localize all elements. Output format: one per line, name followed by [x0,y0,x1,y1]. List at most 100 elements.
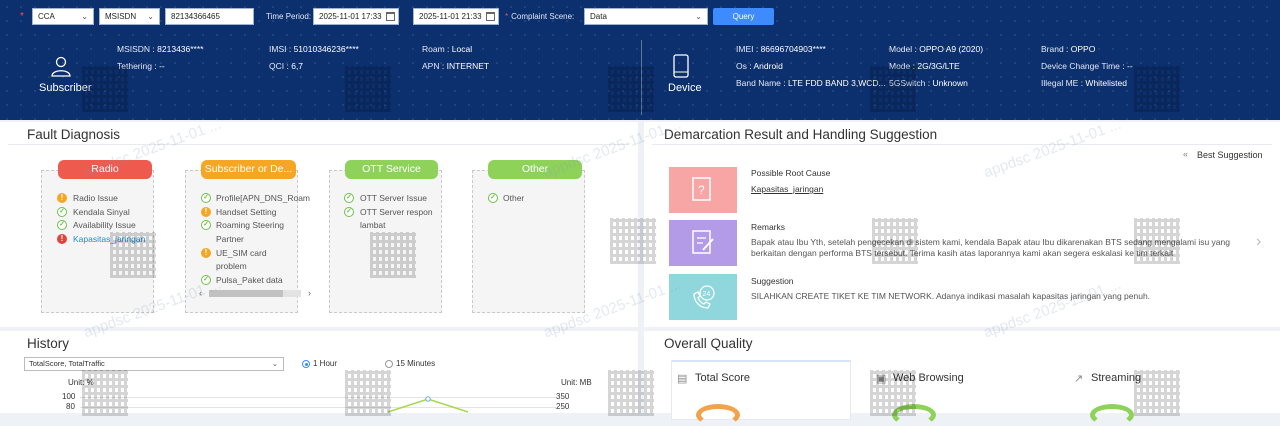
end-time-input[interactable]: 2025-11-01 21:33 [413,8,499,25]
document-question-icon: ? [692,177,711,201]
chevron-down-icon: ⌄ [147,12,154,21]
field-key: 5GSwitch [889,78,926,88]
subscriber-field: MSISDN : 8213436**** [117,44,204,54]
check-icon: ✓ [344,193,354,203]
radio-1-hour[interactable] [302,360,310,368]
check-icon: ✓ [201,193,211,203]
msisdn-input[interactable]: 82134366465 [165,8,254,25]
svg-text:?: ? [698,183,705,197]
horizontal-scrollbar[interactable]: ‹ › [199,288,311,299]
fault-item: OTT Server Issue [360,193,427,203]
fault-diagnosis-title: Fault Diagnosis [27,127,121,142]
fault-item: Profile[APN_DNS_Roam [216,193,310,203]
field-key: MSISDN [117,44,151,54]
start-time-value: 2025-11-01 17:33 [319,12,382,21]
field-value: -- [1127,61,1133,71]
field-key: Device Change Time [1041,61,1120,71]
subscriber-field: QCI : 6,7 [269,61,304,71]
radio-15-minutes[interactable] [385,360,393,368]
fault-item: Handset Setting [216,207,277,217]
left-axis-tick: 80 [66,402,75,411]
web-browsing-label: Web Browsing [893,372,964,384]
suggestion-card: 24 [669,274,737,320]
radio-category-header[interactable]: Radio [58,160,152,179]
device-field: IMEI : 86696704903**** [736,44,826,54]
double-chevron-left-icon[interactable]: « [1183,149,1188,159]
fault-item-continuation: lambat [360,220,386,230]
best-suggestion-link[interactable]: Best Suggestion [1197,150,1263,160]
device-field: 5GSwitch : Unknown [889,78,968,88]
warning-icon: ! [57,193,67,203]
suggestion-text: SILAHKAN CREATE TIKET KE TIM NETWORK. Ad… [751,291,1151,301]
left-axis-tick: 100 [62,392,76,401]
required-marker: * [505,12,509,21]
chevron-right-icon[interactable]: › [308,288,311,298]
field-value: 6,7 [291,61,304,71]
bar-chart-icon: ▤ [677,373,688,385]
fault-item-continuation: problem [216,261,247,271]
right-axis-tick: 250 [556,402,570,411]
id-type-select[interactable]: MSISDN ⌄ [99,8,160,25]
total-score-gauge [696,404,740,426]
device-field: Model : OPPO A9 (2020) [889,44,984,54]
required-marker: * [20,11,24,22]
scrollbar-thumb[interactable] [209,290,283,297]
field-key: Tethering [117,61,152,71]
history-metric-select[interactable]: TotalScore, TotalTraffic ⌄ [24,357,284,371]
user-icon [51,56,71,77]
history-title: History [27,336,70,351]
subscriber-label: Subscriber [39,82,92,94]
browser-icon: ▣ [876,373,887,385]
subscriber-field: APN : INTERNET [422,61,490,71]
complaint-scene-label: * Complaint Scene: [505,12,574,21]
subscriber-category-header[interactable]: Subscriber or De... [201,160,296,179]
web-browsing-gauge [892,404,936,426]
field-value: LTE FDD BAND 3,WCD... [787,78,886,88]
query-button[interactable]: Query [713,8,774,25]
device-field: Mode : 2G/3G/LTE [889,61,960,71]
root-cause-link[interactable]: Kapasitas_jaringan [751,184,823,194]
field-key: APN [422,61,440,71]
overall-quality-title: Overall Quality [664,336,753,351]
field-key: Mode [889,61,911,71]
field-key: Os [736,61,747,71]
check-icon: ✓ [57,207,67,217]
query-type-select[interactable]: CCA ⌄ [32,8,94,25]
phone-icon [673,54,689,78]
warning-icon: ! [201,207,211,217]
other-category-header[interactable]: Other [488,160,582,179]
calendar-icon[interactable] [486,12,495,21]
subscriber-field: IMSI : 51010346236**** [269,44,359,54]
error-icon: ! [57,234,67,244]
radio-1-hour-label: 1 Hour [313,359,338,368]
field-value: 51010346236**** [293,44,359,54]
fault-item: Availability Issue [73,220,136,230]
check-icon: ✓ [57,220,67,230]
complaint-scene-select[interactable]: Data ⌄ [584,8,708,25]
start-time-input[interactable]: 2025-11-01 17:33 [313,8,399,25]
end-time-value: 2025-11-01 21:33 [419,12,482,21]
field-value: Whitelisted [1085,78,1127,88]
calendar-icon[interactable] [386,12,395,21]
history-metric-value: TotalScore, TotalTraffic [29,359,105,368]
remarks-title: Remarks [751,222,786,232]
field-key: Band Name [736,78,781,88]
subscriber-field: Roam : Local [422,44,473,54]
subscriber-field: Tethering : -- [117,61,165,71]
device-field: Device Change Time : -- [1041,61,1133,71]
fault-item: Kendala Sinyal [73,207,130,217]
ott-category-header[interactable]: OTT Service [345,160,438,179]
field-value: 86696704903**** [760,44,826,54]
chevron-down-icon: ⌄ [271,359,278,368]
check-icon: ✓ [201,275,211,285]
fault-item-link[interactable]: Kapasitas_jaringan [73,234,145,245]
field-value: 8213436**** [157,44,204,54]
chevron-right-icon[interactable]: › [1256,233,1261,251]
chevron-left-icon[interactable]: ‹ [199,288,202,298]
line-chart-icon: ↗ [1074,373,1084,385]
check-icon: ✓ [344,207,354,217]
fault-item-continuation: Partner [216,234,244,244]
root-cause-title: Possible Root Cause [751,168,831,178]
grid-line [80,407,556,408]
radio-15-minutes-label: 15 Minutes [396,359,436,368]
